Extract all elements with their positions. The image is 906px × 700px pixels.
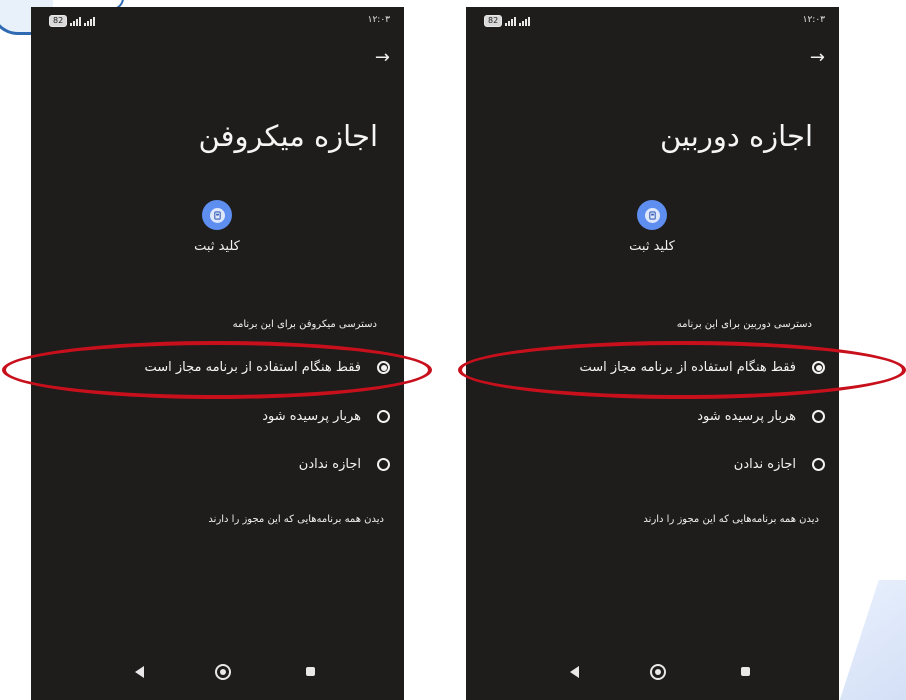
option-ask-every-time[interactable]: هربار پرسیده شود xyxy=(262,409,390,424)
status-bar: 82 ۱۲:۰۳ xyxy=(49,15,390,31)
option-label: هربار پرسیده شود xyxy=(697,409,796,424)
access-label: دسترسی دوربین برای این برنامه xyxy=(676,319,812,330)
nav-recent-icon[interactable] xyxy=(741,667,750,676)
nav-home-icon[interactable] xyxy=(215,664,231,680)
status-bar: 82 ۱۲:۰۳ xyxy=(484,15,825,31)
app-icon xyxy=(202,200,232,230)
app-icon-glyph xyxy=(644,207,660,223)
nav-back-icon[interactable] xyxy=(135,666,144,678)
signal-icon xyxy=(505,16,517,26)
option-label: هربار پرسیده شود xyxy=(262,409,361,424)
highlight-ellipse xyxy=(458,341,906,399)
arrow-right-icon[interactable]: → xyxy=(810,47,825,68)
signal-icon xyxy=(519,16,531,26)
see-all-apps-link[interactable]: دیدن همه برنامه‌هایی که این مجوز را دارن… xyxy=(643,514,819,525)
radio-icon[interactable] xyxy=(377,458,390,471)
nav-bar xyxy=(31,664,404,684)
decorative-corner-shape-right xyxy=(833,580,906,700)
status-icons: 82 xyxy=(49,15,96,27)
option-ask-every-time[interactable]: هربار پرسیده شود xyxy=(697,409,825,424)
status-icons: 82 xyxy=(484,15,531,27)
radio-icon[interactable] xyxy=(812,458,825,471)
page-title: اجازه دوربین xyxy=(659,119,813,153)
app-name: کلید ثبت xyxy=(194,239,240,254)
page-title: اجازه میکروفن xyxy=(198,119,378,153)
highlight-ellipse xyxy=(2,341,432,399)
radio-icon[interactable] xyxy=(377,410,390,423)
app-name: کلید ثبت xyxy=(629,239,675,254)
signal-icon xyxy=(84,16,96,26)
status-time: ۱۲:۰۳ xyxy=(802,15,825,25)
option-dont-allow[interactable]: اجازه ندادن xyxy=(299,457,390,472)
option-label: اجازه ندادن xyxy=(298,457,361,472)
battery-icon: 82 xyxy=(49,15,68,27)
option-dont-allow[interactable]: اجازه ندادن xyxy=(734,457,825,472)
nav-bar xyxy=(466,664,839,684)
option-label: اجازه ندادن xyxy=(733,457,796,472)
status-time: ۱۲:۰۳ xyxy=(367,15,390,25)
app-icon xyxy=(637,200,667,230)
radio-icon[interactable] xyxy=(812,410,825,423)
battery-icon: 82 xyxy=(484,15,503,27)
arrow-right-icon[interactable]: → xyxy=(375,47,390,68)
see-all-apps-link[interactable]: دیدن همه برنامه‌هایی که این مجوز را دارن… xyxy=(208,514,384,525)
nav-recent-icon[interactable] xyxy=(306,667,315,676)
access-label: دسترسی میکروفن برای این برنامه xyxy=(232,319,377,330)
nav-back-icon[interactable] xyxy=(570,666,579,678)
nav-home-icon[interactable] xyxy=(650,664,666,680)
signal-icon xyxy=(70,16,82,26)
comparison-page: 82 ۱۲:۰۳ → اجازه میکروفن کلید ثبت دسترسی… xyxy=(0,0,906,700)
app-icon-glyph xyxy=(209,207,225,223)
